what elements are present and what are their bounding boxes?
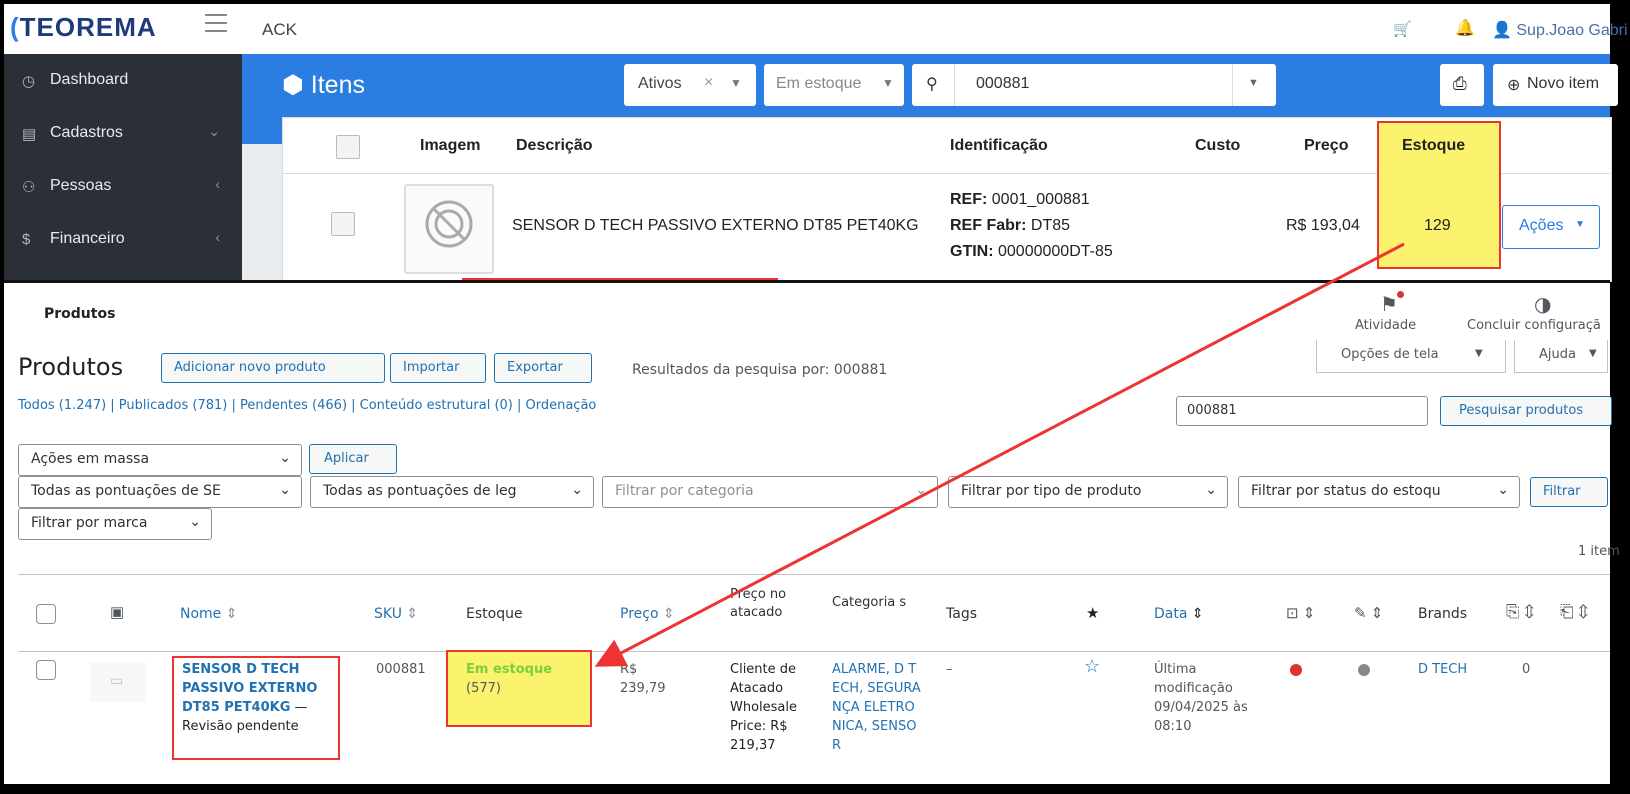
frame-bottom bbox=[0, 784, 1630, 794]
annotation-arrow bbox=[594, 242, 1405, 667]
